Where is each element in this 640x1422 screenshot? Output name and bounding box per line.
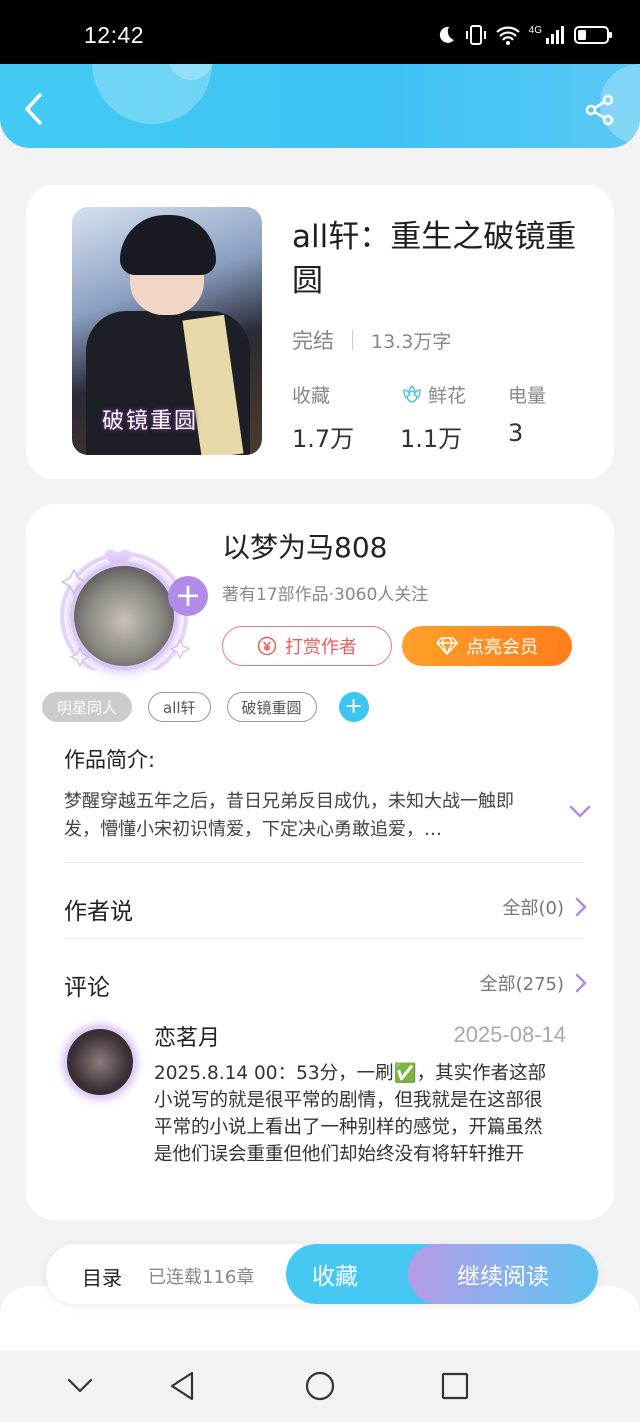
intro-label: 作品简介:	[64, 748, 156, 772]
share-icon[interactable]	[584, 94, 616, 126]
status-bar: 12:42 4G	[0, 0, 640, 64]
stat-power[interactable]: 电量 3	[508, 381, 616, 454]
chevron-right-icon	[575, 897, 587, 917]
cover-title-text: 破镜重圆	[102, 409, 199, 434]
comment-text[interactable]: 2025.8.14 00：53分，一刷✅，其实作者这部小说写的就是很平常的剧情，…	[154, 1060, 560, 1168]
chevron-right-icon	[575, 973, 587, 993]
stat-value: 1.7万	[292, 425, 355, 453]
comment-username[interactable]: 恋茗月	[154, 1020, 220, 1052]
tag-item[interactable]: 破镜重圆	[226, 692, 317, 722]
coin-icon	[257, 636, 277, 656]
add-tag-button[interactable]: +	[338, 692, 369, 722]
stat-value: 1.1万	[400, 425, 463, 453]
back-icon[interactable]	[20, 92, 50, 126]
back-triangle-icon[interactable]	[164, 1368, 200, 1404]
toc-button[interactable]: 目录	[82, 1262, 122, 1291]
author-name[interactable]: 以梦为马808	[222, 526, 387, 566]
author-avatar-frame[interactable]: +	[52, 530, 208, 670]
book-stats: 收藏 1.7万 鲜花 1.1万 电量 3	[292, 381, 616, 454]
chevron-down-icon[interactable]	[62, 1368, 98, 1404]
tag-list: 明星同人 all轩 破镜重圆 +	[42, 692, 369, 722]
system-nav-bar	[0, 1350, 640, 1422]
comment-date: 2025-08-14	[453, 1022, 566, 1047]
continue-reading-button[interactable]: 继续阅读	[408, 1244, 598, 1304]
stat-favorites: 收藏 1.7万	[292, 381, 400, 454]
network-type: 4G	[528, 24, 542, 36]
meta-divider	[352, 330, 353, 350]
intro-text[interactable]: 梦醒穿越五年之后，昔日兄弟反目成仇，未知大战一触即发，懵懂小宋初识情爱，下定决心…	[64, 788, 544, 844]
stat-label: 鲜花	[428, 384, 467, 407]
vip-button[interactable]: 点亮会员	[402, 626, 572, 666]
author-says-title: 作者说	[64, 899, 133, 925]
author-detail-card: + 以梦为马808 著有17部作品·3060人关注 打赏作者 点亮会员 明星同人…	[26, 504, 614, 1220]
battery-icon	[574, 26, 612, 44]
comments-count: 全部(275)	[479, 974, 564, 995]
book-title: all轩：重生之破镜重圆	[292, 219, 577, 299]
home-circle-icon[interactable]	[302, 1368, 338, 1404]
author-info: 著有17部作品·3060人关注	[222, 585, 429, 605]
book-info-card: 破镜重圆 all轩：重生之破镜重圆 完结 13.3万字 收藏 1.7万 鲜花 1…	[26, 185, 614, 479]
comments-title: 评论	[64, 975, 110, 1001]
recents-square-icon[interactable]	[437, 1368, 473, 1404]
tip-author-button[interactable]: 打赏作者	[222, 626, 392, 666]
header-bar	[0, 64, 640, 148]
chevron-down-icon[interactable]	[568, 804, 592, 820]
tag-item[interactable]: 明星同人	[42, 692, 133, 722]
stat-label: 收藏	[292, 384, 331, 407]
stat-label-row: 鲜花	[400, 381, 508, 407]
author-says-count: 全部(0)	[502, 898, 565, 919]
tip-author-label: 打赏作者	[285, 637, 357, 658]
book-word-count: 13.3万字	[371, 330, 452, 353]
follow-author-button[interactable]: +	[168, 576, 208, 616]
bottom-action-bar: 目录 已连载116章 收藏 继续阅读	[46, 1244, 598, 1304]
divider	[64, 938, 584, 939]
book-status: 完结	[292, 329, 334, 353]
vip-label: 点亮会员	[466, 637, 538, 658]
stat-label: 电量	[508, 384, 547, 407]
stat-flowers[interactable]: 鲜花 1.1万	[400, 381, 508, 454]
stat-value: 3	[508, 419, 524, 447]
comments-link[interactable]: 全部(275)	[480, 970, 588, 996]
divider	[64, 862, 584, 863]
tag-item[interactable]: all轩	[148, 692, 211, 722]
flower-icon	[403, 385, 421, 403]
cover-figure-hair	[120, 215, 216, 275]
comment-avatar[interactable]	[64, 1026, 136, 1098]
diamond-icon	[436, 637, 458, 655]
do-not-disturb-icon	[439, 26, 454, 43]
book-cover[interactable]: 破镜重圆	[72, 207, 262, 455]
author-says-link[interactable]: 全部(0)	[503, 894, 589, 920]
status-time: 12:42	[84, 22, 145, 48]
author-avatar	[70, 562, 178, 670]
wifi-icon	[495, 26, 520, 45]
chapter-count[interactable]: 已连载116章	[148, 1263, 254, 1289]
status-icons: 4G	[435, 24, 614, 46]
vibrate-icon	[465, 25, 486, 45]
book-meta: 完结 13.3万字	[292, 325, 451, 355]
signal-icon	[546, 26, 564, 44]
